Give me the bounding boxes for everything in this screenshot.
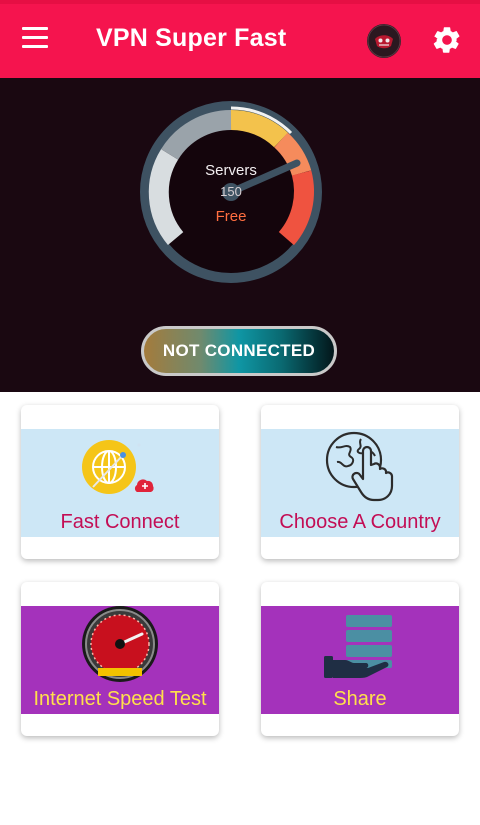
menu-button[interactable] [22,27,50,51]
card-label: Fast Connect [60,511,180,533]
servers-count: 150 [220,184,242,199]
choose-country-card[interactable]: Choose A Country [261,405,459,559]
status-strip [0,0,480,4]
fast-connect-card[interactable]: Fast Connect [21,405,219,559]
server-gauge: Servers 150 Free [139,100,323,284]
plan-label: Free [215,208,247,225]
globe-rocket-icon [82,440,154,494]
app-bar: VPN Super Fast [0,0,480,78]
connect-button[interactable]: NOT CONNECTED [141,326,337,376]
card-label: Choose A Country [279,511,441,533]
hamburger-line [22,45,48,48]
account-button[interactable] [367,24,401,58]
share-card[interactable]: Share [261,582,459,736]
settings-button[interactable] [431,24,463,56]
hamburger-menu-icon [22,27,48,30]
globe-touch-icon [325,431,394,502]
speed-test-card[interactable]: Internet Speed Test [21,582,219,736]
servers-label: Servers [205,162,257,179]
avatar-icon [367,24,401,58]
server-hand-icon [324,615,392,678]
speedometer-icon [82,606,158,682]
card-label: Share [333,688,387,710]
card-label: Internet Speed Test [33,688,207,710]
app-title: VPN Super Fast [96,24,287,52]
gear-icon [433,27,460,53]
hamburger-line [22,36,48,39]
